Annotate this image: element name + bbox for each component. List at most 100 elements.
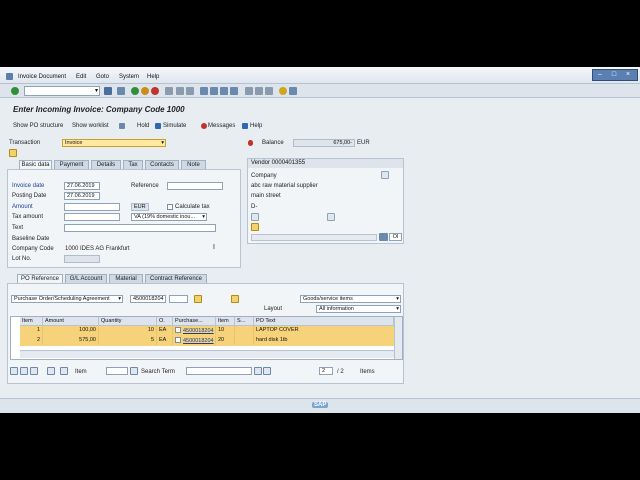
exit-icon[interactable] — [141, 87, 149, 95]
minimize-icon[interactable]: – — [593, 70, 607, 80]
menu-edit[interactable]: Edit — [76, 74, 86, 80]
tax-code-select[interactable]: VA (19% domestic inou... ▾ — [131, 213, 207, 221]
show-po-structure-button[interactable]: Show PO structure — [13, 123, 63, 129]
table-cell-quantity[interactable]: 5 — [99, 336, 157, 345]
oi-button[interactable]: OI — [389, 233, 402, 241]
print-icon[interactable] — [165, 87, 173, 95]
tab-basic-data[interactable]: Basic data — [19, 160, 52, 169]
posting-date-field[interactable]: 27.06.2019 — [64, 192, 100, 200]
settings-icon[interactable] — [231, 295, 239, 303]
open-items-grid-icon[interactable] — [379, 233, 388, 241]
document-icon[interactable] — [9, 149, 17, 157]
tab-contract-reference[interactable]: Contract Reference — [145, 274, 207, 283]
last-page-icon[interactable] — [230, 87, 238, 95]
po-number-field[interactable]: 4500018204 — [130, 295, 166, 303]
column-header-po-item[interactable]: Item — [216, 317, 235, 326]
layout-icon[interactable] — [265, 87, 273, 95]
find-icon[interactable] — [176, 87, 184, 95]
enter-check-icon[interactable] — [11, 87, 19, 95]
vendor-scroll-track[interactable] — [251, 234, 377, 241]
menu-help[interactable]: Help — [147, 74, 159, 80]
table-cell-amount[interactable]: 100,00 — [43, 326, 99, 335]
back-green-icon[interactable] — [131, 87, 139, 95]
row-select-checkbox[interactable] — [175, 327, 181, 333]
show-worklist-button[interactable]: Show worklist — [72, 123, 109, 129]
sort-icon[interactable] — [47, 367, 55, 375]
messages-button[interactable]: Messages — [208, 123, 235, 129]
reference-type-select[interactable]: Purchase Order/Scheduling Agreement ▾ — [11, 295, 123, 303]
first-page-icon[interactable] — [200, 87, 208, 95]
goto-item-icon[interactable] — [130, 367, 138, 375]
contact-icon[interactable] — [251, 223, 259, 231]
filter-icon[interactable] — [60, 367, 68, 375]
tab-gl-account[interactable]: G/L Account — [65, 274, 107, 283]
search-next-icon[interactable] — [263, 367, 271, 375]
help-button[interactable]: Help — [250, 123, 262, 129]
menu-invoice-document[interactable]: Invoice Document — [18, 74, 66, 80]
search-first-icon[interactable] — [254, 367, 262, 375]
find-next-icon[interactable] — [186, 87, 194, 95]
tab-payment[interactable]: Payment — [54, 160, 89, 169]
table-cell-quantity[interactable]: 10 — [99, 326, 157, 335]
table-cell-purchase-order[interactable]: 4500018204 — [173, 326, 216, 335]
help-icon[interactable] — [279, 87, 287, 95]
hold-button[interactable]: Hold — [137, 123, 149, 129]
tab-tax[interactable]: Tax — [123, 160, 143, 169]
invoice-date-field[interactable]: 27.06.2019 — [64, 182, 100, 190]
multiple-selection-icon[interactable] — [194, 295, 202, 303]
tax-amount-field[interactable] — [64, 213, 120, 221]
new-session-icon[interactable] — [245, 87, 253, 95]
reference-field[interactable] — [167, 182, 223, 190]
amount-field[interactable] — [64, 203, 120, 211]
table-cell-amount[interactable]: 575,00 — [43, 336, 99, 345]
command-field[interactable]: ▾ — [24, 86, 100, 96]
save-icon[interactable] — [117, 87, 125, 95]
purchase-order-link[interactable]: 4500018204 — [183, 328, 214, 334]
search-term-field[interactable] — [186, 367, 252, 375]
tree-icon[interactable] — [119, 123, 125, 129]
maximize-icon[interactable]: □ — [607, 70, 621, 80]
column-header-quantity[interactable]: Quantity — [99, 317, 157, 326]
row-select-checkbox[interactable] — [175, 337, 181, 343]
select-all-icon[interactable] — [10, 367, 18, 375]
layout-select[interactable]: All information ▾ — [316, 305, 401, 313]
cancel-icon[interactable] — [151, 87, 159, 95]
calculate-tax-checkbox[interactable] — [167, 204, 173, 210]
menu-goto[interactable]: Goto — [96, 74, 109, 80]
column-header-po-text[interactable]: PO Text — [254, 317, 394, 326]
purchase-order-link[interactable]: 4500018204 — [183, 338, 214, 344]
column-header-order-unit[interactable]: O. — [157, 317, 173, 326]
po-item-field[interactable] — [169, 295, 188, 303]
printer-icon[interactable] — [327, 213, 335, 221]
table-scrollbar[interactable] — [394, 317, 402, 359]
table-cell-purchase-order[interactable]: 4500018204 — [173, 336, 216, 345]
text-field[interactable] — [64, 224, 216, 232]
item-search-field[interactable] — [106, 367, 128, 375]
goods-service-select[interactable]: Goods/service items ▾ — [300, 295, 401, 303]
column-header-amount[interactable]: Amount — [43, 317, 99, 326]
page-field[interactable]: 2 — [319, 367, 333, 375]
column-header-purchase-order[interactable]: Purchase... — [173, 317, 216, 326]
column-header-item[interactable]: Item — [20, 317, 43, 326]
prev-page-icon[interactable] — [210, 87, 218, 95]
transaction-select[interactable]: Invoice ▾ — [62, 139, 166, 147]
simulate-button[interactable]: Simulate — [163, 123, 186, 129]
tab-contacts[interactable]: Contacts — [145, 160, 179, 169]
deselect-all-icon[interactable] — [20, 367, 28, 375]
shortcut-icon[interactable] — [255, 87, 263, 95]
sap-menu-icon[interactable] — [6, 73, 13, 80]
close-icon[interactable]: × — [621, 70, 635, 80]
tab-note[interactable]: Note — [181, 160, 206, 169]
tab-details[interactable]: Details — [91, 160, 121, 169]
column-header-status[interactable]: S... — [235, 317, 254, 326]
bank-icon[interactable] — [251, 213, 259, 221]
details-icon[interactable] — [30, 367, 38, 375]
menu-system[interactable]: System — [119, 74, 139, 80]
customize-icon[interactable] — [289, 87, 297, 95]
horizontal-scrollbar[interactable] — [20, 350, 394, 358]
edit-address-icon[interactable] — [381, 171, 389, 179]
chevron-down-icon[interactable]: ▾ — [95, 87, 98, 94]
back-arrow-icon[interactable] — [104, 87, 112, 95]
next-page-icon[interactable] — [220, 87, 228, 95]
tab-material[interactable]: Material — [109, 274, 143, 283]
